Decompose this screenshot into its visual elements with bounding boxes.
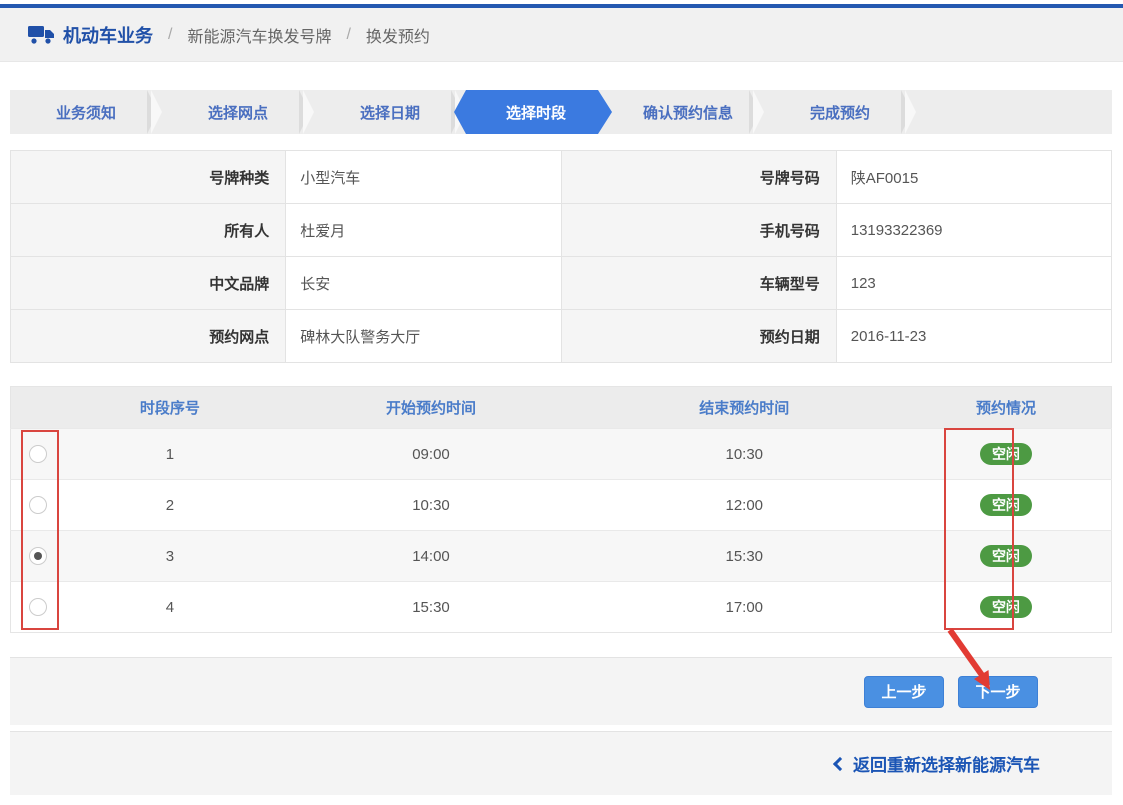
slot-row-4[interactable]: 4 15:30 17:00 空闲 <box>11 582 1112 633</box>
timeslot-table: 时段序号 开始预约时间 结束预约时间 预约情况 1 09:00 10:30 空闲… <box>10 386 1112 633</box>
slot-start: 15:30 <box>274 582 587 633</box>
breadcrumb-item-renewal-booking: 换发预约 <box>366 23 430 47</box>
slot-end: 12:00 <box>588 480 901 531</box>
slot-end: 10:30 <box>588 429 901 480</box>
slot-header-start: 开始预约时间 <box>274 387 587 429</box>
breadcrumb-separator: / <box>168 26 172 44</box>
slot-start: 10:30 <box>274 480 587 531</box>
slot-radio-4[interactable] <box>29 598 47 616</box>
step-choose-site: 选择网点 <box>162 90 314 134</box>
slot-radio-3[interactable] <box>29 547 47 565</box>
slot-header-end: 结束预约时间 <box>588 387 901 429</box>
info-label-date: 预约日期 <box>561 310 836 363</box>
step-choose-timeslot: 选择时段 <box>454 90 612 134</box>
info-value-date: 2016-11-23 <box>836 310 1111 363</box>
info-row: 号牌种类 小型汽车 号牌号码 陕AF0015 <box>11 151 1112 204</box>
prev-step-button[interactable]: 上一步 <box>864 676 944 708</box>
status-badge: 空闲 <box>980 596 1032 618</box>
info-row: 中文品牌 长安 车辆型号 123 <box>11 257 1112 310</box>
breadcrumb-root[interactable]: 机动车业务 <box>63 22 153 48</box>
slot-seq: 2 <box>66 480 275 531</box>
back-link-label: 返回重新选择新能源汽车 <box>853 751 1040 776</box>
slot-start: 14:00 <box>274 531 587 582</box>
truck-icon <box>28 25 54 45</box>
info-value-brand: 长安 <box>286 257 561 310</box>
info-value-plate-type: 小型汽车 <box>286 151 561 204</box>
page: 机动车业务 / 新能源汽车换发号牌 / 换发预约 业务须知 选择网点 选择日期 … <box>0 4 1123 805</box>
back-link[interactable]: 返回重新选择新能源汽车 <box>835 751 1040 776</box>
info-label-site: 预约网点 <box>11 310 286 363</box>
info-label-model: 车辆型号 <box>561 257 836 310</box>
slot-header-status: 预约情况 <box>901 387 1112 429</box>
info-label-plate-type: 号牌种类 <box>11 151 286 204</box>
info-label-owner: 所有人 <box>11 204 286 257</box>
slot-header-seq: 时段序号 <box>66 387 275 429</box>
step-wizard: 业务须知 选择网点 选择日期 选择时段 确认预约信息 完成预约 <box>10 90 1112 134</box>
info-value-plate-no: 陕AF0015 <box>836 151 1111 204</box>
status-badge: 空闲 <box>980 494 1032 516</box>
chevron-left-icon <box>833 757 847 771</box>
slot-seq: 1 <box>66 429 275 480</box>
breadcrumb: 机动车业务 / 新能源汽车换发号牌 / 换发预约 <box>0 8 1123 62</box>
slot-end: 17:00 <box>588 582 901 633</box>
info-value-model: 123 <box>836 257 1111 310</box>
step-wizard-filler <box>916 90 1112 134</box>
slot-end: 15:30 <box>588 531 901 582</box>
slot-radio-2[interactable] <box>29 496 47 514</box>
slot-row-1[interactable]: 1 09:00 10:30 空闲 <box>11 429 1112 480</box>
step-choose-date: 选择日期 <box>314 90 466 134</box>
info-value-owner: 杜爱月 <box>286 204 561 257</box>
step-business-notice: 业务须知 <box>10 90 162 134</box>
status-badge: 空闲 <box>980 443 1032 465</box>
next-step-button[interactable]: 下一步 <box>958 676 1038 708</box>
back-bar: 返回重新选择新能源汽车 <box>10 731 1112 795</box>
info-label-brand: 中文品牌 <box>11 257 286 310</box>
breadcrumb-item-plate-renewal[interactable]: 新能源汽车换发号牌 <box>187 23 331 47</box>
info-label-plate-no: 号牌号码 <box>561 151 836 204</box>
status-badge: 空闲 <box>980 545 1032 567</box>
breadcrumb-separator: / <box>346 26 350 44</box>
vehicle-info-table: 号牌种类 小型汽车 号牌号码 陕AF0015 所有人 杜爱月 手机号码 1319… <box>10 150 1112 363</box>
info-row: 预约网点 碑林大队警务大厅 预约日期 2016-11-23 <box>11 310 1112 363</box>
slot-seq: 4 <box>66 582 275 633</box>
slot-row-2[interactable]: 2 10:30 12:00 空闲 <box>11 480 1112 531</box>
info-row: 所有人 杜爱月 手机号码 13193322369 <box>11 204 1112 257</box>
timeslot-section: 时段序号 开始预约时间 结束预约时间 预约情况 1 09:00 10:30 空闲… <box>10 386 1112 633</box>
actions-bar: 上一步 下一步 <box>10 657 1112 725</box>
slot-radio-1[interactable] <box>29 445 47 463</box>
info-value-phone: 13193322369 <box>836 204 1111 257</box>
slot-start: 09:00 <box>274 429 587 480</box>
slot-seq: 3 <box>66 531 275 582</box>
info-value-site: 碑林大队警务大厅 <box>286 310 561 363</box>
step-confirm-info: 确认预约信息 <box>612 90 764 134</box>
slot-header-select <box>11 387 66 429</box>
step-finish-booking: 完成预约 <box>764 90 916 134</box>
info-label-phone: 手机号码 <box>561 204 836 257</box>
slot-row-3[interactable]: 3 14:00 15:30 空闲 <box>11 531 1112 582</box>
